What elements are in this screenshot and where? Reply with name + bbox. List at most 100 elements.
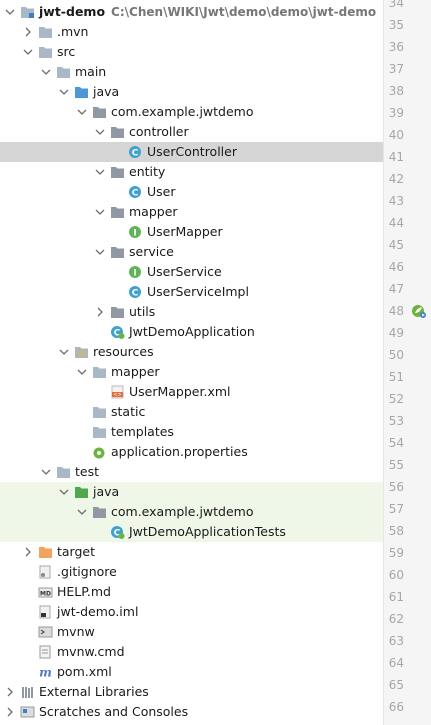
chevron-down-icon[interactable] [58, 482, 70, 502]
tree-item[interactable]: .gitignore [0, 562, 383, 582]
package-icon [92, 505, 107, 519]
tree-item[interactable]: m pom.xml [0, 662, 383, 682]
chevron-down-icon[interactable] [40, 462, 52, 482]
tree-item[interactable]: target [0, 542, 383, 562]
tree-item[interactable]: templates [0, 422, 383, 442]
line-number: 58 [388, 524, 404, 538]
tree-item-label: mapper [129, 204, 178, 219]
resources-folder-icon [74, 345, 89, 359]
chevron-right-icon[interactable] [4, 702, 16, 722]
package-icon [110, 245, 125, 259]
tree-item[interactable]: mapper [0, 362, 383, 382]
tree-item[interactable]: resources [0, 342, 383, 362]
chevron-right-icon[interactable] [4, 682, 16, 702]
svg-text:MD: MD [40, 591, 51, 598]
chevron-down-icon[interactable] [76, 362, 88, 382]
project-tree: jwt-demo C:\Chen\WIKI\Jwt\demo\demo\jwt-d… [0, 0, 383, 725]
tree-item[interactable]: java [0, 482, 383, 502]
tree-item-label: mapper [111, 364, 160, 379]
tree-item[interactable]: application.properties [0, 442, 383, 462]
tree-item[interactable]: mvnw [0, 622, 383, 642]
tree-item[interactable]: java [0, 82, 383, 102]
line-number: 43 [388, 194, 404, 208]
line-number: 48 [388, 304, 404, 318]
source-folder-icon [74, 85, 89, 99]
line-number: 40 [388, 128, 404, 142]
tree-item[interactable]: I UserService [0, 262, 383, 282]
tree-item-label: controller [129, 124, 189, 139]
line-number: 35 [388, 18, 404, 32]
chevron-down-icon[interactable] [76, 502, 88, 522]
line-number: 51 [388, 370, 404, 384]
tree-item[interactable]: controller [0, 122, 383, 142]
tree-item[interactable]: C JwtDemoApplication [0, 322, 383, 342]
package-icon [110, 305, 125, 319]
tree-item-label: UserMapper.xml [129, 384, 231, 399]
chevron-down-icon[interactable] [94, 122, 106, 142]
gitignore-file-icon [38, 565, 53, 579]
line-number: 45 [388, 238, 404, 252]
chevron-right-icon[interactable] [94, 302, 106, 322]
chevron-down-icon[interactable] [76, 102, 88, 122]
tree-item[interactable]: Scratches and Consoles [0, 702, 383, 722]
class-icon: C [128, 185, 143, 199]
line-number: 65 [388, 678, 404, 692]
tree-item[interactable]: static [0, 402, 383, 422]
line-number: 47 [388, 282, 404, 296]
tree-item[interactable]: C UserServiceImpl [0, 282, 383, 302]
package-icon [92, 105, 107, 119]
tree-item[interactable]: mvnw.cmd [0, 642, 383, 662]
tree-item[interactable]: External Libraries [0, 682, 383, 702]
chevron-right-icon[interactable] [22, 22, 34, 42]
tree-item[interactable]: <> UserMapper.xml [0, 382, 383, 402]
tree-item-label: UserMapper [147, 224, 223, 239]
tree-item[interactable]: C User [0, 182, 383, 202]
tree-item[interactable]: C UserController [0, 142, 383, 162]
tree-item-label: JwtDemoApplication [129, 324, 255, 339]
line-number: 39 [388, 106, 404, 120]
tree-item[interactable]: mapper [0, 202, 383, 222]
tree-item[interactable]: .mvn [0, 22, 383, 42]
tree-item-label: pom.xml [57, 664, 112, 679]
line-number: 50 [388, 348, 404, 362]
chevron-down-icon[interactable] [58, 342, 70, 362]
chevron-down-icon[interactable] [40, 62, 52, 82]
maven-file-icon: m [38, 665, 53, 680]
tree-item-label: com.example.jwtdemo [111, 104, 254, 119]
line-number: 66 [388, 700, 404, 714]
tree-item[interactable]: C JwtDemoApplicationTests [0, 522, 383, 542]
tree-item-label: utils [129, 304, 156, 319]
iml-file-icon [38, 605, 53, 619]
tree-item[interactable]: entity [0, 162, 383, 182]
tree-item-label: service [129, 244, 174, 259]
chevron-down-icon[interactable] [22, 42, 34, 62]
interface-icon: I [128, 225, 143, 239]
tree-item-label: static [111, 404, 146, 419]
folder-icon [56, 65, 71, 79]
chevron-down-icon[interactable] [94, 162, 106, 182]
tree-item[interactable]: utils [0, 302, 383, 322]
tree-item[interactable]: jwt-demo C:\Chen\WIKI\Jwt\demo\demo\jwt-d… [0, 2, 383, 22]
chevron-down-icon[interactable] [94, 202, 106, 222]
svg-text:I: I [133, 269, 136, 279]
tree-item[interactable]: jwt-demo.iml [0, 602, 383, 622]
tree-item[interactable]: MD HELP.md [0, 582, 383, 602]
class-icon: C [128, 145, 143, 159]
line-number: 53 [388, 414, 404, 428]
tree-item[interactable]: com.example.jwtdemo [0, 502, 383, 522]
tree-item[interactable]: service [0, 242, 383, 262]
tree-item[interactable]: test [0, 462, 383, 482]
tree-item[interactable]: com.example.jwtdemo [0, 102, 383, 122]
spring-run-gutter-icon[interactable] [411, 303, 427, 319]
tree-item[interactable]: src [0, 42, 383, 62]
tree-item-label: test [75, 464, 100, 479]
chevron-down-icon[interactable] [4, 2, 16, 22]
svg-text:C: C [132, 149, 139, 159]
tree-item[interactable]: I UserMapper [0, 222, 383, 242]
chevron-down-icon[interactable] [94, 242, 106, 262]
chevron-down-icon[interactable] [58, 82, 70, 102]
line-number: 38 [388, 84, 404, 98]
tree-item-label: src [57, 44, 76, 59]
tree-item[interactable]: main [0, 62, 383, 82]
chevron-right-icon[interactable] [22, 542, 34, 562]
